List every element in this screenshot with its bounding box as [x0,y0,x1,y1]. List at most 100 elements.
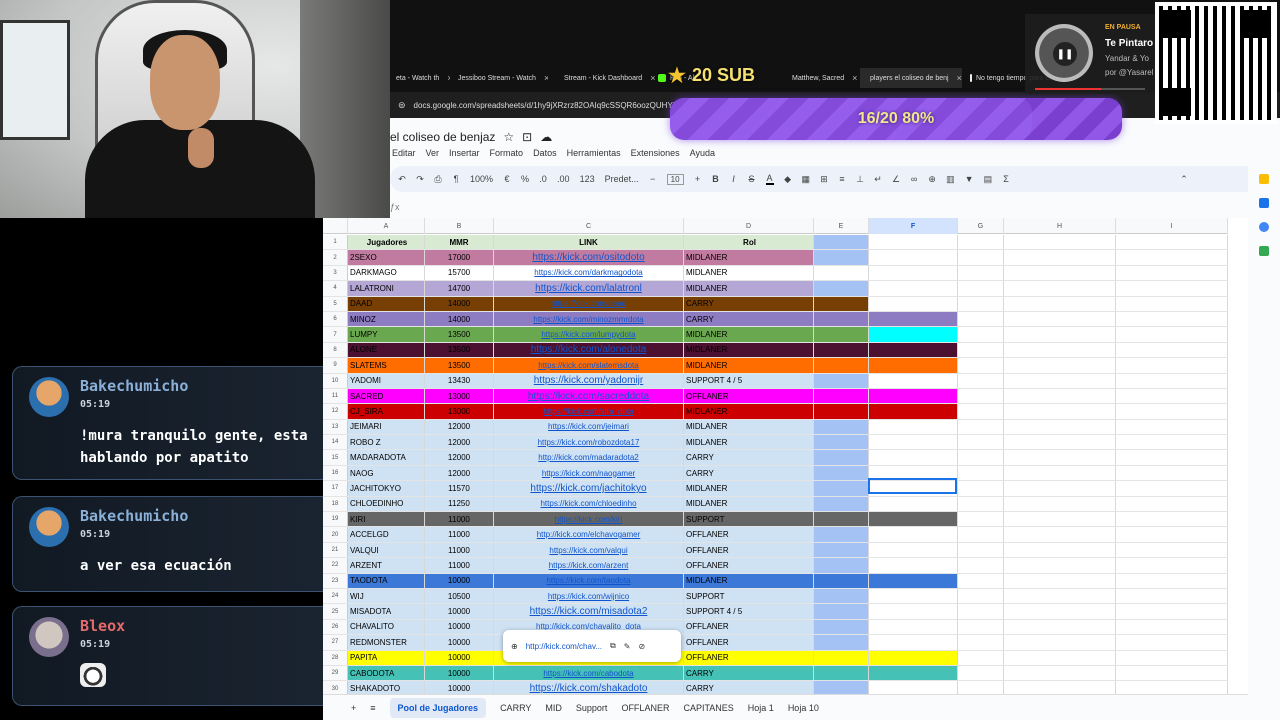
cell-mmr[interactable]: 13500 [425,327,494,342]
row-number[interactable]: 22 [323,558,348,573]
browser-tab-active[interactable]: players el coliseo de benj × [860,68,962,88]
cell-empty[interactable] [1116,435,1228,450]
cell-link[interactable]: LINK [494,235,684,250]
cell-mmr[interactable]: 11000 [425,558,494,573]
cell-role[interactable]: OFFLANER [684,619,814,635]
cell-role[interactable]: MIDLANER [684,250,814,265]
cell-player[interactable]: LUMPY [348,327,425,342]
cell-role[interactable]: SUPPORT [684,588,814,604]
formula-bar[interactable]: ƒx [390,202,400,212]
column-header[interactable]: H [1004,218,1116,234]
star-icon[interactable]: ☆ [503,130,514,144]
cell-empty[interactable] [958,665,1004,681]
row-number[interactable]: 1 [323,235,348,250]
row-number[interactable]: 8 [323,342,348,358]
cell-empty[interactable] [958,573,1004,588]
cell-empty[interactable] [814,450,869,465]
cell-mmr[interactable]: 10000 [425,650,494,665]
menu-editar[interactable]: Editar [392,148,416,158]
cell-role[interactable]: MIDLANER [684,281,814,296]
cell-empty[interactable] [1116,527,1228,542]
strikethrough-icon[interactable]: S [748,174,756,184]
cell-role[interactable]: OFFLANER [684,388,814,404]
sheet-tab-offlaner[interactable]: OFFLANER [621,703,669,713]
cell-empty[interactable] [814,604,869,619]
contacts-icon[interactable] [1259,222,1269,232]
cell-empty[interactable] [958,311,1004,327]
cell-empty[interactable] [958,358,1004,373]
cell-role[interactable]: MIDLANER [684,435,814,450]
cell-empty[interactable] [869,373,958,388]
cell-empty[interactable] [1116,635,1228,650]
cell-role[interactable]: OFFLANER [684,650,814,665]
cell-mmr[interactable]: 12000 [425,450,494,465]
cell-empty[interactable] [1004,311,1116,327]
cell-player[interactable]: KIRI [348,512,425,527]
cell-empty[interactable] [1004,512,1116,527]
cell-empty[interactable] [1116,604,1228,619]
cell-empty[interactable] [1116,235,1228,250]
cell-role[interactable]: OFFLANER [684,558,814,573]
cell-empty[interactable] [958,404,1004,419]
row-number[interactable]: 15 [323,450,348,465]
cell-empty[interactable] [1004,435,1116,450]
cell-player[interactable]: MADARADOTA [348,450,425,465]
cell-empty[interactable] [1004,450,1116,465]
cell-empty[interactable] [869,604,958,619]
cell-empty[interactable] [814,404,869,419]
cell-link[interactable]: https://kick.com/chloedinho [494,496,684,512]
font-size-increase-icon[interactable]: + [694,174,702,184]
cell-player[interactable]: WIJ [348,588,425,604]
link-preview-url[interactable]: http://kick.com/chav... [526,642,602,651]
cell-player[interactable]: ACCELGD [348,527,425,542]
cell-empty[interactable] [814,250,869,265]
cell-role[interactable]: SUPPORT 4 / 5 [684,373,814,388]
cell-role[interactable]: CARRY [684,665,814,681]
cell-empty[interactable] [814,235,869,250]
cell-link[interactable]: https://kick.com/jeimari [494,419,684,435]
edit-icon[interactable]: ✎ [624,642,631,651]
cell-link[interactable]: https://kick.com/arzent [494,558,684,573]
cell-empty[interactable] [869,435,958,450]
cell-empty[interactable] [814,311,869,327]
align-icon[interactable]: ≡ [838,174,846,184]
redo-icon[interactable]: ↷ [416,174,424,185]
site-info-icon[interactable]: ⊜ [398,100,406,111]
row-number[interactable]: 28 [323,650,348,665]
cell-empty[interactable] [958,512,1004,527]
cell-player[interactable]: NAOG [348,465,425,481]
cell-player[interactable]: ALONE [348,342,425,358]
row-number[interactable]: 2 [323,250,348,265]
cell-empty[interactable] [1004,296,1116,311]
cell-empty[interactable] [958,558,1004,573]
cell-empty[interactable] [1004,527,1116,542]
cell-role[interactable]: OFFLANER [684,527,814,542]
cell-player[interactable]: ARZENT [348,558,425,573]
cell-role[interactable]: MIDLANER [684,404,814,419]
cell-mmr[interactable]: 17000 [425,250,494,265]
cell-player[interactable]: MISADOTA [348,604,425,619]
cell-empty[interactable] [814,665,869,681]
row-number[interactable]: 13 [323,419,348,435]
cell-empty[interactable] [814,588,869,604]
cell-mmr[interactable]: 12000 [425,435,494,450]
sheet-tab-support[interactable]: Support [576,703,608,713]
cell-link[interactable]: https://kick.com/daad [494,296,684,311]
cell-empty[interactable] [958,296,1004,311]
cell-empty[interactable] [1116,358,1228,373]
cell-player[interactable]: REDMONSTER [348,635,425,650]
cell-link[interactable]: https://kick.com/sira_dota [494,404,684,419]
cell-player[interactable]: LALATRONI [348,281,425,296]
fill-color-icon[interactable]: ◆ [784,174,792,185]
cell-empty[interactable] [814,542,869,558]
cell-player[interactable]: DARKMAGO [348,265,425,281]
cell-empty[interactable] [814,512,869,527]
row-number[interactable]: 12 [323,404,348,419]
cell-empty[interactable] [1116,327,1228,342]
cell-empty[interactable] [869,619,958,635]
close-icon[interactable]: × [544,73,548,83]
cell-empty[interactable] [1004,496,1116,512]
cell-player[interactable]: VALQUI [348,542,425,558]
cell-mmr[interactable]: 12000 [425,465,494,481]
cell-empty[interactable] [1004,588,1116,604]
